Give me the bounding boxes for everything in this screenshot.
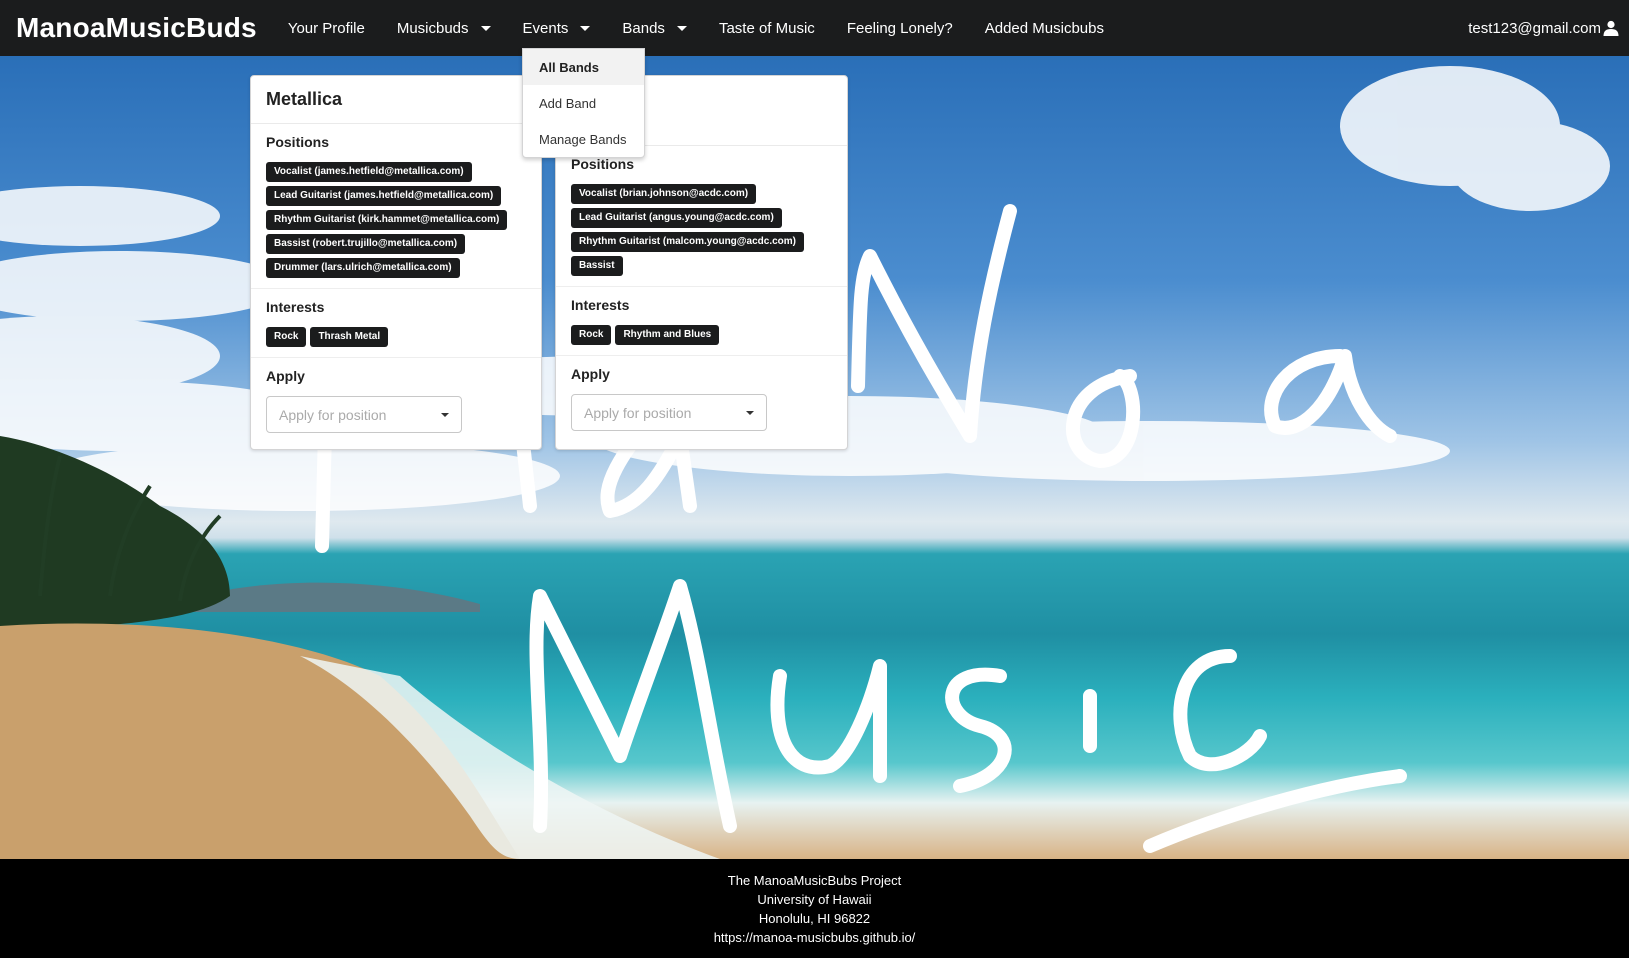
position-label: Rhythm Guitarist (malcom.young@acdc.com) — [571, 232, 805, 252]
interests-list: Rock Thrash Metal — [266, 327, 526, 347]
interests-heading: Interests — [571, 297, 630, 313]
apply-heading: Apply — [266, 368, 305, 384]
bands-dropdown-menu: All Bands Add Band Manage Bands — [522, 48, 645, 158]
nav-label: Musicbuds — [396, 19, 469, 37]
apply-section: Apply Apply for position — [556, 356, 847, 445]
positions-list: Vocalist (james.hetfield@metallica.com) … — [266, 162, 526, 278]
user-menu[interactable]: test123@gmail.com — [1468, 0, 1619, 56]
nav-label: Your Profile — [287, 19, 365, 37]
positions-list: Vocalist (brian.johnson@acdc.com) Lead G… — [571, 184, 832, 276]
nav-taste-of-music[interactable]: Taste of Music — [703, 0, 831, 56]
interests-section: Interests Rock Thrash Metal — [251, 289, 541, 358]
apply-position-select[interactable]: Apply for position — [266, 396, 462, 433]
nav-label: Feeling Lonely? — [846, 19, 953, 37]
select-placeholder: Apply for position — [584, 404, 692, 421]
interests-section: Interests Rock Rhythm and Blues — [556, 287, 847, 356]
interest-label: Rhythm and Blues — [615, 325, 720, 345]
position-label: Rhythm Guitarist (kirk.hammet@metallica.… — [266, 210, 508, 230]
nav-label: Events — [522, 19, 569, 37]
brand-logo[interactable]: ManoaMusicBuds — [16, 12, 257, 44]
positions-section: Positions Vocalist (james.hetfield@metal… — [251, 124, 541, 289]
position-label: Drummer (lars.ulrich@metallica.com) — [266, 258, 460, 278]
apply-section: Apply Apply for position — [251, 358, 541, 447]
interest-label: Rock — [571, 325, 612, 345]
nav-label: Added Musicbubs — [984, 19, 1104, 37]
caret-down-icon — [676, 25, 687, 31]
apply-heading: Apply — [571, 366, 610, 382]
caret-down-icon — [580, 25, 591, 31]
position-label: Vocalist (brian.johnson@acdc.com) — [571, 184, 757, 204]
dropdown-item-add-band[interactable]: Add Band — [523, 85, 644, 121]
nav-added-musicbubs[interactable]: Added Musicbubs — [969, 0, 1120, 56]
interests-heading: Interests — [266, 299, 325, 315]
position-label: Lead Guitarist (james.hetfield@metallica… — [266, 186, 502, 206]
caret-down-icon — [441, 412, 449, 417]
footer-project-name: The ManoaMusicBubs Project — [727, 873, 902, 888]
position-label: Vocalist (james.hetfield@metallica.com) — [266, 162, 472, 182]
positions-section: Positions Vocalist (brian.johnson@acdc.c… — [556, 146, 847, 287]
footer-address: Honolulu, HI 96822 — [758, 911, 871, 926]
user-icon — [1603, 20, 1619, 36]
nav-musicbuds-dropdown[interactable]: Musicbuds — [381, 0, 507, 56]
nav-label: Bands — [622, 19, 665, 37]
positions-heading: Positions — [266, 134, 330, 150]
caret-down-icon — [480, 25, 491, 31]
band-title: Metallica — [251, 76, 541, 124]
dropdown-item-manage-bands[interactable]: Manage Bands — [523, 121, 644, 157]
interest-label: Rock — [266, 327, 307, 347]
top-navbar: ManoaMusicBuds Your Profile Musicbuds Ev… — [0, 0, 1629, 56]
dropdown-item-all-bands[interactable]: All Bands — [523, 49, 644, 85]
interest-label: Thrash Metal — [310, 327, 389, 347]
select-placeholder: Apply for position — [279, 406, 387, 423]
position-label: Lead Guitarist (angus.young@acdc.com) — [571, 208, 782, 228]
interests-list: Rock Rhythm and Blues — [571, 325, 832, 345]
position-label: Bassist (robert.trujillo@metallica.com) — [266, 234, 466, 254]
band-card: Metallica Positions Vocalist (james.hetf… — [250, 75, 542, 450]
user-email: test123@gmail.com — [1468, 19, 1601, 37]
nav-feeling-lonely[interactable]: Feeling Lonely? — [831, 0, 969, 56]
caret-down-icon — [746, 410, 754, 415]
positions-heading: Positions — [571, 156, 635, 172]
footer-link[interactable]: https://manoa-musicbubs.github.io/ — [0, 928, 1629, 947]
apply-position-select[interactable]: Apply for position — [571, 394, 767, 431]
footer: The ManoaMusicBubs Project University of… — [0, 859, 1629, 958]
footer-university: University of Hawaii — [757, 892, 872, 907]
nav-label: Taste of Music — [718, 19, 815, 37]
nav-your-profile[interactable]: Your Profile — [272, 0, 381, 56]
position-label: Bassist — [571, 256, 623, 276]
